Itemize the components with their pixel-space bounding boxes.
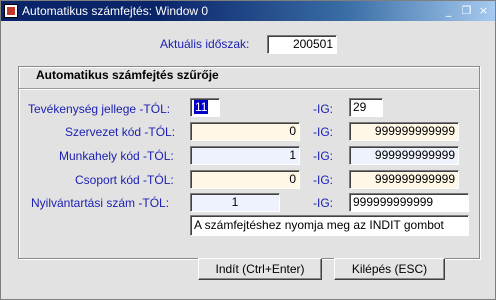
group-to-label: -IG:: [313, 173, 333, 187]
group-from-label: Csoport kód -TÓL:: [75, 173, 174, 187]
period-field[interactable]: 200501: [267, 35, 337, 54]
title-bar[interactable]: Automatikus számfejtés: Window 0 _ ❐ ×: [1, 1, 495, 21]
workplace-to-field[interactable]: 999999999999: [349, 146, 459, 165]
workplace-to-label: -IG:: [313, 149, 333, 163]
registration-from-label: Nyilvántartási szám -TÓL:: [31, 196, 170, 210]
minimize-button[interactable]: _: [442, 4, 455, 17]
registration-from-field[interactable]: 1: [190, 193, 280, 212]
workplace-from-label: Munkahely kód -TÓL:: [59, 149, 174, 163]
period-label: Aktuális időszak:: [160, 37, 250, 51]
restore-button[interactable]: ❐: [460, 4, 473, 17]
organization-to-field[interactable]: 999999999999: [349, 122, 459, 141]
group-to-field[interactable]: 999999999999: [349, 170, 459, 189]
close-button[interactable]: ×: [477, 4, 490, 17]
activity-to-label: -IG:: [313, 102, 333, 116]
activity-from-label: Tevékenység jellege -TÓL:: [28, 102, 171, 116]
window-title: Automatikus számfejtés: Window 0: [22, 4, 209, 18]
app-icon: [4, 4, 18, 18]
activity-to-field[interactable]: 29: [349, 98, 383, 117]
filter-title: Automatikus számfejtés szűrője: [36, 68, 219, 82]
organization-to-label: -IG:: [313, 125, 333, 139]
app-window: Automatikus számfejtés: Window 0 _ ❐ × A…: [0, 0, 496, 300]
group-from-field[interactable]: 0: [190, 170, 300, 189]
registration-to-field[interactable]: 999999999999: [349, 193, 469, 212]
status-message: A számfejtéshez nyomja meg az INDIT gomb…: [190, 215, 469, 236]
organization-from-field[interactable]: 0: [190, 122, 300, 141]
start-button[interactable]: Indít (Ctrl+Enter): [198, 258, 322, 280]
workplace-from-field[interactable]: 1: [190, 146, 300, 165]
filter-divider: [19, 88, 479, 90]
activity-from-field[interactable]: 11: [190, 98, 220, 117]
activity-from-value: 11: [194, 100, 209, 114]
organization-from-label: Szervezet kód -TÓL:: [65, 125, 176, 139]
exit-button[interactable]: Kilépés (ESC): [334, 258, 445, 280]
registration-to-label: -IG:: [313, 196, 333, 210]
